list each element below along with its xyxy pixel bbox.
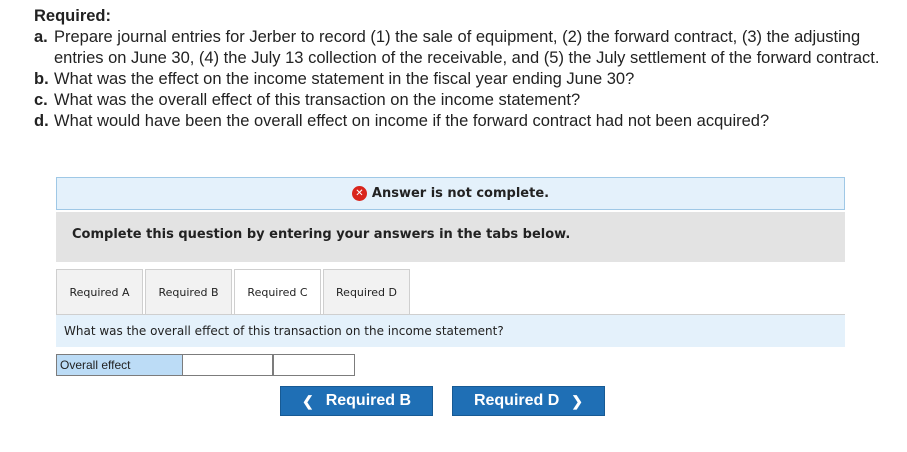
tab-required-c[interactable]: Required C [234, 269, 321, 315]
question-text: What was the overall effect of this tran… [64, 324, 504, 338]
requirements-heading: Required: [34, 7, 112, 25]
requirement-letter: a. [34, 28, 48, 46]
requirement-text: Prepare journal entries for Jerber to re… [54, 28, 880, 67]
requirement-text: What was the overall effect of this tran… [54, 91, 581, 109]
requirement-item-b: b. What was the effect on the income sta… [34, 69, 900, 90]
chevron-left-icon: ❮ [301, 392, 314, 409]
overall-effect-label: Overall effect [56, 354, 183, 376]
tab-required-a[interactable]: Required A [56, 269, 143, 315]
requirement-item-d: d. What would have been the overall effe… [34, 111, 900, 132]
tab-required-d[interactable]: Required D [323, 269, 410, 315]
chevron-right-icon: ❯ [571, 392, 584, 409]
overall-effect-gain-loss-field[interactable] [273, 354, 355, 376]
tab-required-b[interactable]: Required B [145, 269, 232, 315]
requirement-tabs: Required A Required B Required C Require… [56, 269, 412, 315]
overall-effect-amount-input[interactable] [183, 354, 273, 376]
answer-status-text: Answer is not complete. [371, 186, 550, 201]
previous-required-b-button[interactable]: ❮ Required B [280, 386, 433, 416]
question-bar: What was the overall effect of this tran… [56, 314, 845, 347]
x-circle-icon: ✕ [351, 186, 367, 201]
next-button-label: Required D [473, 392, 560, 409]
instruction-panel: Complete this question by entering your … [56, 212, 845, 262]
requirement-text: What was the effect on the income statem… [54, 70, 635, 88]
requirement-letter: c. [34, 91, 48, 109]
requirement-item-c: c. What was the overall effect of this t… [34, 90, 900, 111]
next-required-d-button[interactable]: Required D ❯ [452, 386, 605, 416]
requirement-item-a: a. Prepare journal entries for Jerber to… [34, 27, 900, 69]
requirement-text: What would have been the overall effect … [54, 112, 770, 130]
requirement-letter: d. [34, 112, 49, 130]
answer-row: Overall effect [56, 354, 355, 376]
previous-button-label: Required B [325, 392, 412, 409]
instruction-text: Complete this question by entering your … [72, 227, 571, 242]
answer-status-banner: ✕ Answer is not complete. [56, 177, 845, 210]
requirement-letter: b. [34, 70, 49, 88]
requirements-section: Required: a. Prepare journal entries for… [34, 6, 900, 132]
